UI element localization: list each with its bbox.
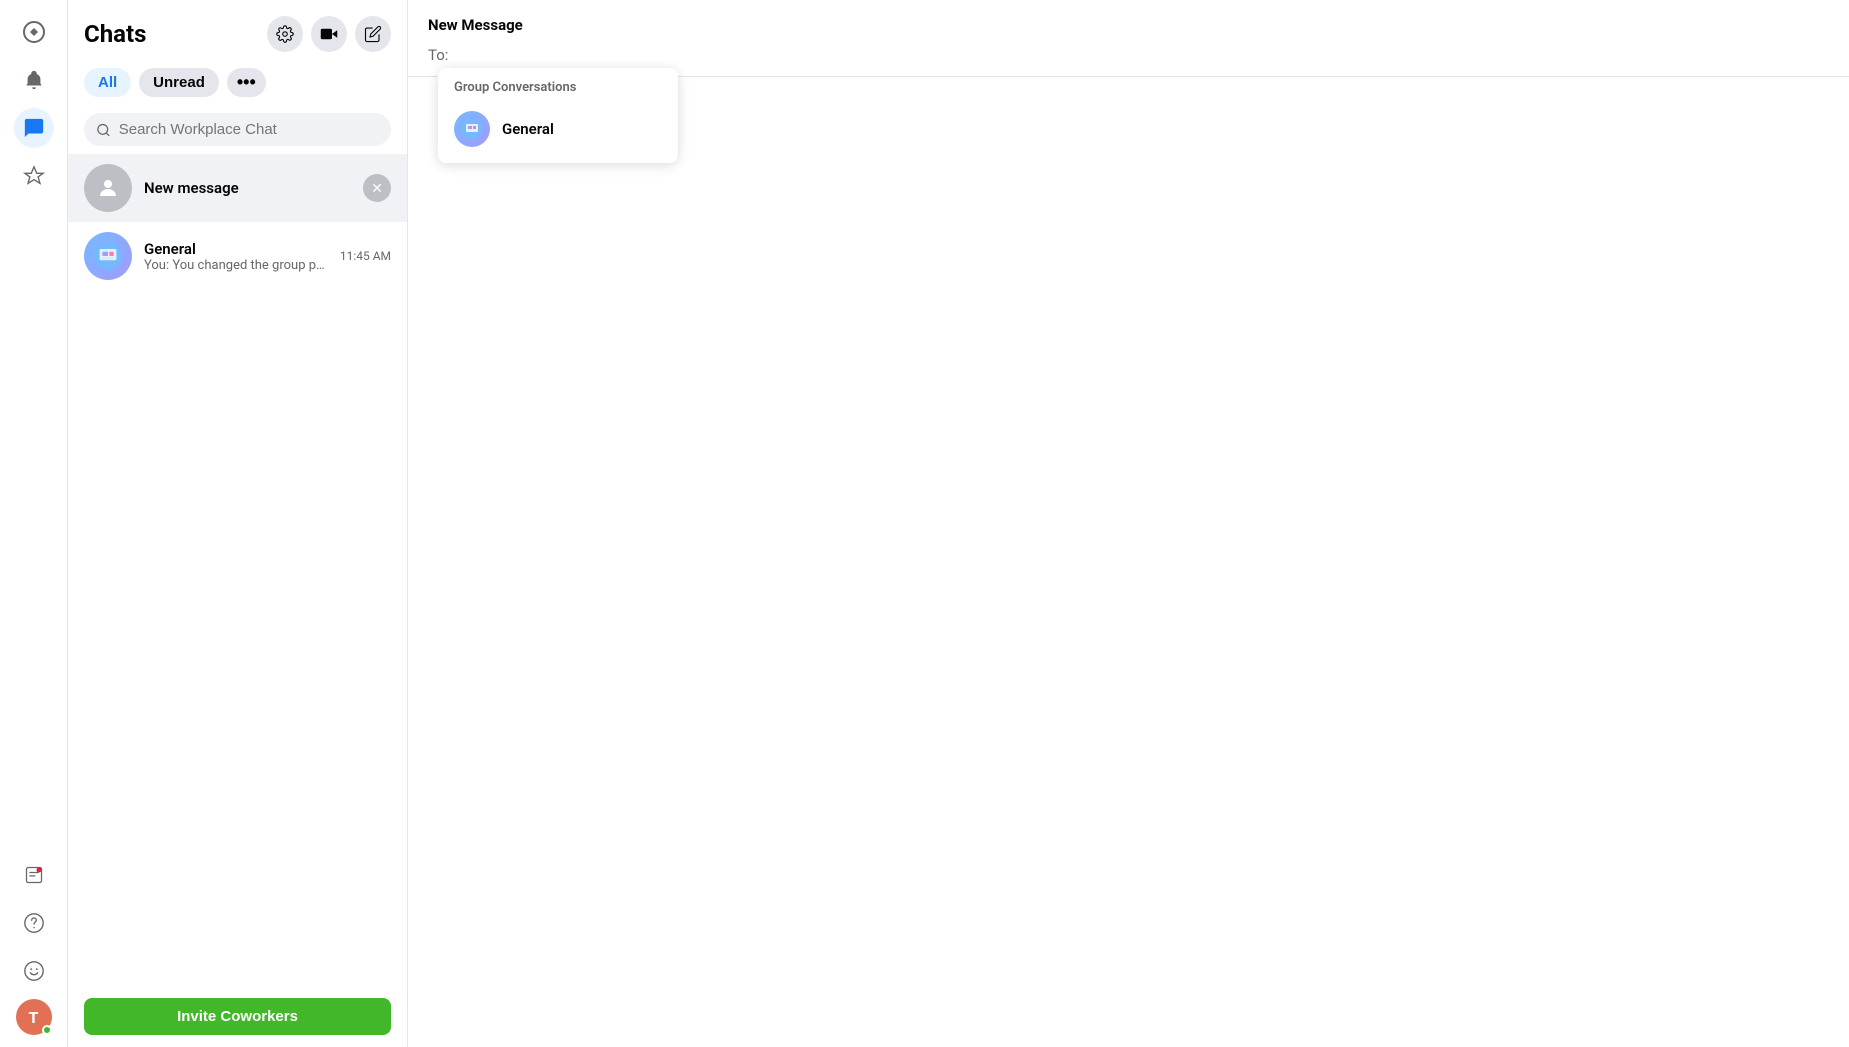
close-new-message-button[interactable]: ✕ [363, 174, 391, 202]
user-avatar[interactable]: T [16, 999, 52, 1035]
new-message-label: New message [144, 179, 351, 197]
video-button[interactable] [311, 16, 347, 52]
nav-bar: T [0, 0, 68, 1047]
help-icon[interactable] [14, 903, 54, 943]
status-dot [42, 1025, 52, 1035]
search-bar [68, 105, 407, 154]
search-icon [96, 122, 111, 138]
general-chat-avatar [84, 232, 132, 280]
to-input[interactable] [456, 47, 1829, 64]
workplace-logo-icon[interactable] [14, 12, 54, 52]
compose-button[interactable] [355, 16, 391, 52]
dropdown-item-name: General [502, 120, 554, 138]
search-input[interactable] [119, 121, 379, 138]
sidebar-header: Chats [68, 0, 407, 60]
main-content: New Message To: Group Conversations Gene… [408, 0, 1849, 1047]
recipient-dropdown: Group Conversations General [438, 68, 678, 163]
invite-coworkers-button[interactable]: Invite Coworkers [84, 998, 391, 1035]
tab-unread[interactable]: Unread [139, 68, 219, 97]
new-message-item[interactable]: New message ✕ [68, 154, 407, 222]
emoji-icon[interactable] [14, 951, 54, 991]
filter-tabs: All Unread ••• [68, 60, 407, 105]
new-message-header: New Message To: [408, 0, 1849, 77]
new-message-title: New Message [428, 16, 1829, 34]
general-chat-info: General You: You changed the group photo… [144, 240, 328, 273]
to-row: To: [428, 46, 1829, 64]
dropdown-general-avatar [454, 111, 490, 147]
sidebar-title: Chats [84, 20, 146, 48]
invite-btn-wrap: Invite Coworkers [68, 986, 407, 1047]
settings-button[interactable] [267, 16, 303, 52]
sidebar: Chats All Unr [68, 0, 408, 1047]
bell-icon[interactable] [14, 60, 54, 100]
general-chat-name: General [144, 240, 328, 258]
nav-bottom: T [14, 855, 54, 1035]
general-chat-time: 11:45 AM [340, 249, 391, 263]
tab-all[interactable]: All [84, 68, 131, 97]
sidebar-actions [267, 16, 391, 52]
dropdown-section-label: Group Conversations [438, 76, 678, 103]
to-label: To: [428, 46, 448, 64]
chat-item-general[interactable]: General You: You changed the group photo… [68, 222, 407, 290]
tools-icon[interactable] [14, 156, 54, 196]
new-message-avatar [84, 164, 132, 212]
chat-icon[interactable] [14, 108, 54, 148]
tab-more[interactable]: ••• [227, 68, 266, 97]
general-chat-preview: You: You changed the group photo. [144, 258, 328, 273]
feedback-icon[interactable] [14, 855, 54, 895]
search-input-wrap[interactable] [84, 113, 391, 146]
dropdown-item-general[interactable]: General [438, 103, 678, 155]
